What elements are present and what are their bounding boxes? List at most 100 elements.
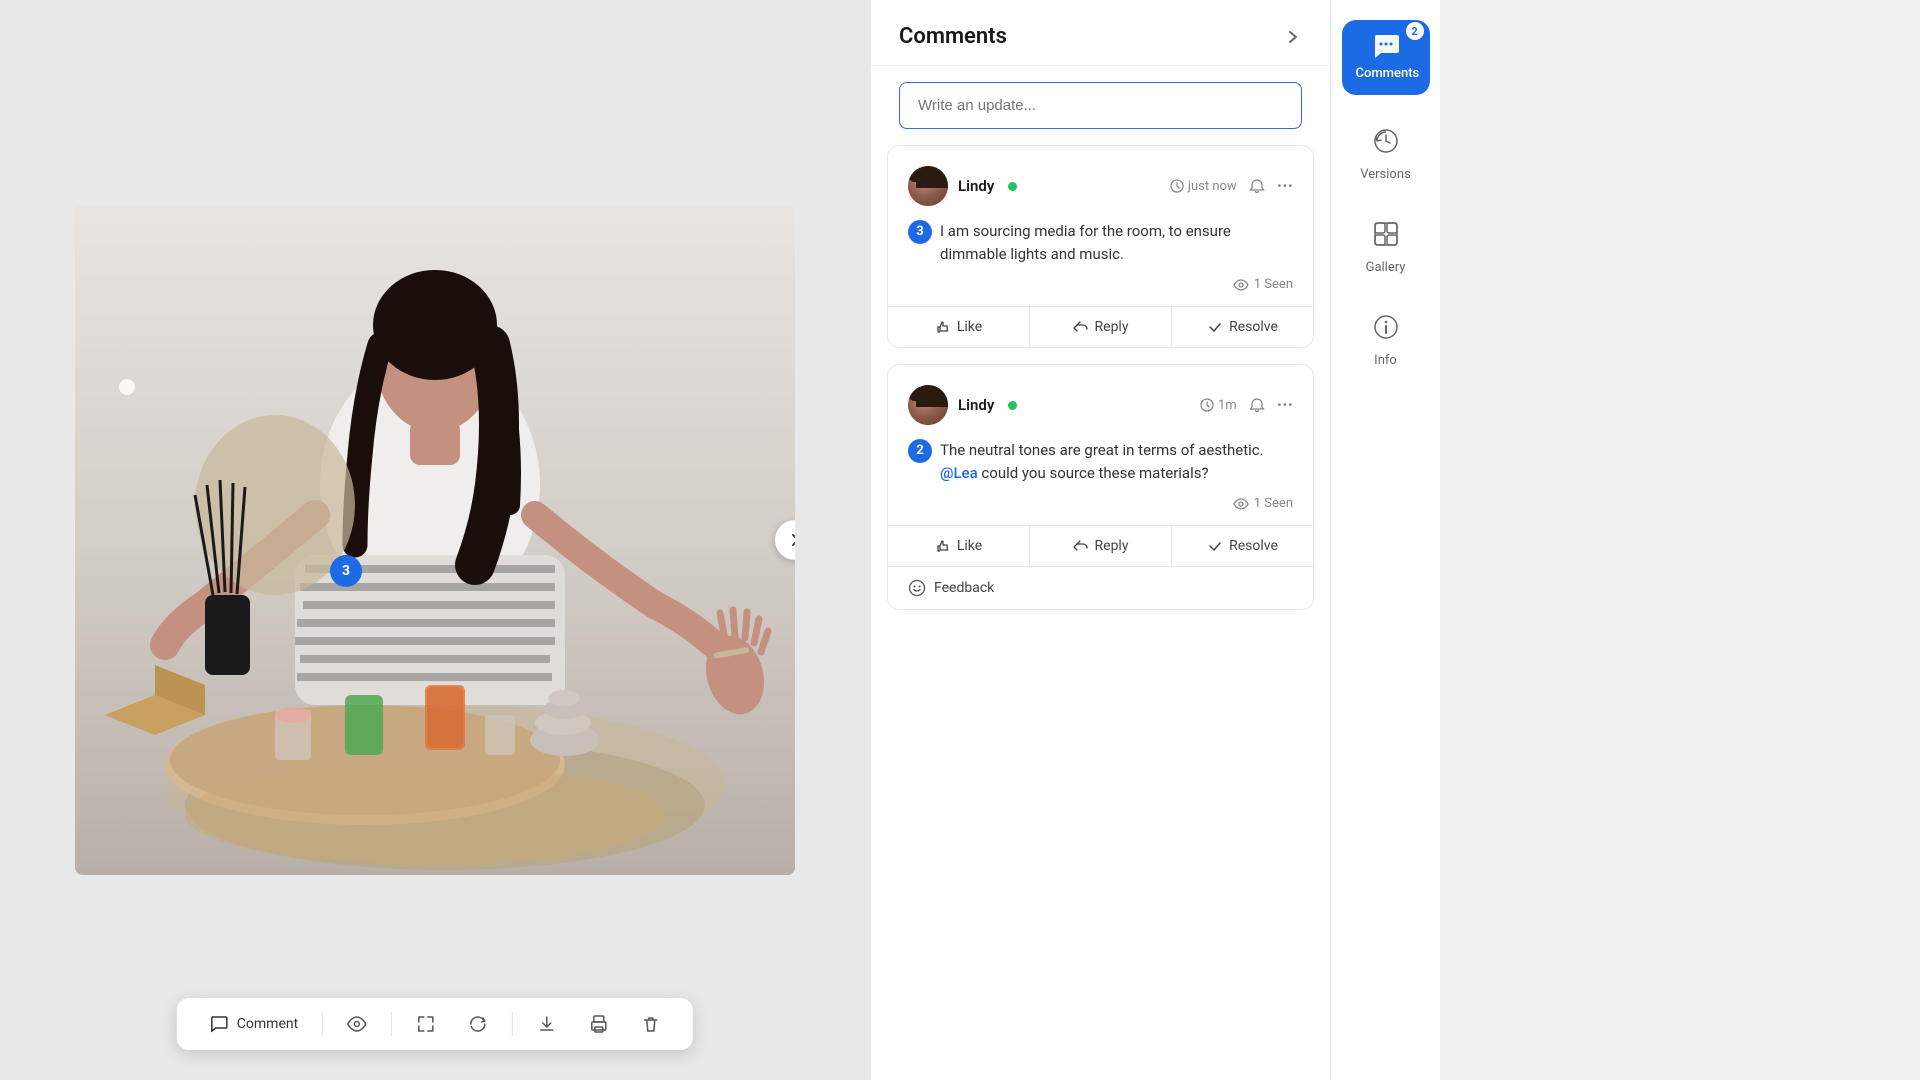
gallery-icon-wrap: [1366, 214, 1406, 254]
comment-actions-1: Like Reply Resolve: [888, 306, 1313, 347]
feedback-row[interactable]: Feedback: [888, 566, 1313, 609]
resolve-label-1: Resolve: [1229, 319, 1278, 335]
download-tool[interactable]: [529, 1010, 565, 1038]
image-area: 3 Comment: [0, 0, 870, 1080]
online-indicator-1: [1008, 182, 1017, 191]
toolbar-divider-1: [322, 1012, 323, 1036]
visibility-tool[interactable]: [339, 1010, 375, 1038]
comments-sidebar-label: Comments: [1356, 66, 1420, 81]
comments-panel-title: Comments: [899, 24, 1007, 49]
avatar-1: [908, 166, 948, 206]
comment-time-1: just now: [1170, 179, 1237, 194]
avatar-2: [908, 385, 948, 425]
user-name-2: Lindy: [958, 396, 994, 414]
like-icon-1: [935, 319, 951, 335]
sidebar-item-comments[interactable]: 2 Comments: [1342, 20, 1430, 95]
bell-icon-2[interactable]: [1249, 397, 1265, 413]
comment-body-1: Lindy just now: [888, 146, 1313, 306]
comments-collapse-arrow[interactable]: [1284, 28, 1302, 46]
seen-text-2: 1 Seen: [1254, 496, 1293, 511]
comment-text-part1: The neutral tones are great in terms of …: [940, 441, 1264, 459]
seen-eye-icon-1: [1233, 278, 1249, 292]
toolbar-divider-2: [391, 1012, 392, 1036]
comment-tool[interactable]: Comment: [201, 1010, 306, 1038]
reply-label-1: Reply: [1095, 319, 1129, 335]
comment-content-1: I am sourcing media for the room, to ens…: [940, 220, 1293, 265]
comment-actions-2: Like Reply Resolve: [888, 525, 1313, 566]
seen-text-1: 1 Seen: [1254, 277, 1293, 292]
comments-sidebar-icon: [1370, 30, 1402, 62]
reply-button-2[interactable]: Reply: [1030, 526, 1172, 566]
comment-text-part3: could you source these materials?: [981, 464, 1208, 482]
clock-icon-2: [1200, 398, 1214, 412]
versions-icon: [1372, 127, 1400, 155]
image-toolbar: Comment: [177, 998, 693, 1050]
resolve-button-1[interactable]: Resolve: [1172, 307, 1313, 347]
resolve-icon-2: [1207, 538, 1223, 554]
refresh-tool[interactable]: [460, 1010, 496, 1038]
write-update-input[interactable]: [899, 82, 1302, 129]
clock-icon-1: [1170, 179, 1184, 193]
expand-tool[interactable]: [408, 1010, 444, 1038]
feedback-label: Feedback: [934, 580, 994, 596]
user-name-1: Lindy: [958, 177, 994, 195]
print-icon: [589, 1014, 609, 1034]
comment-icon: [209, 1014, 229, 1034]
main-image: 3: [75, 205, 795, 875]
seen-count-2: 1 Seen: [908, 496, 1293, 511]
eye-icon: [347, 1014, 367, 1034]
feedback-icon: [908, 579, 926, 597]
resolve-button-2[interactable]: Resolve: [1172, 526, 1313, 566]
toolbar-divider-3: [512, 1012, 513, 1036]
right-sidebar: 2 Comments Versions Gallery: [1330, 0, 1440, 1080]
gallery-icon: [1372, 220, 1400, 248]
refresh-icon: [468, 1014, 488, 1034]
comment-label: Comment: [237, 1016, 298, 1032]
like-label-1: Like: [957, 319, 982, 335]
mention-lea[interactable]: @Lea: [940, 464, 978, 482]
comments-panel: Comments Lindy: [870, 0, 1330, 1080]
gallery-label: Gallery: [1366, 260, 1406, 275]
comment-time-2: 1m: [1200, 398, 1237, 413]
comment-badge-2: 2: [908, 439, 932, 463]
comments-header: Comments: [871, 0, 1330, 66]
comment-content-2: The neutral tones are great in terms of …: [940, 439, 1293, 484]
more-options-2[interactable]: ···: [1277, 395, 1293, 416]
like-button-2[interactable]: Like: [888, 526, 1030, 566]
like-button-1[interactable]: Like: [888, 307, 1030, 347]
sidebar-item-versions[interactable]: Versions: [1331, 105, 1440, 198]
more-options-1[interactable]: ···: [1277, 176, 1293, 197]
comment-header-1: Lindy just now: [908, 166, 1293, 206]
resolve-label-2: Resolve: [1229, 538, 1278, 554]
reply-button-1[interactable]: Reply: [1030, 307, 1172, 347]
comments-badge-wrap: 2: [1356, 30, 1416, 62]
comment-badge-1: 3: [908, 220, 932, 244]
comment-user-1: Lindy: [908, 166, 1017, 206]
annotation-dot-3[interactable]: 3: [330, 555, 362, 587]
bell-icon-1[interactable]: [1249, 178, 1265, 194]
comment-header-2: Lindy 1m: [908, 385, 1293, 425]
reply-label-2: Reply: [1095, 538, 1129, 554]
sidebar-item-info[interactable]: Info: [1331, 291, 1440, 384]
seen-eye-icon-2: [1233, 497, 1249, 511]
like-icon-2: [935, 538, 951, 554]
comment-user-2: Lindy: [908, 385, 1017, 425]
comments-list: Lindy just now: [871, 145, 1330, 1080]
online-indicator-2: [1008, 401, 1017, 410]
sidebar-item-gallery[interactable]: Gallery: [1331, 198, 1440, 291]
seen-count-1: 1 Seen: [908, 277, 1293, 292]
reply-icon-1: [1073, 319, 1089, 335]
comment-meta-2: 1m ···: [1200, 395, 1293, 416]
trash-icon: [641, 1014, 661, 1034]
comment-text-2: 2 The neutral tones are great in terms o…: [908, 439, 1293, 484]
comment-meta-1: just now ···: [1170, 176, 1293, 197]
info-label: Info: [1374, 353, 1397, 368]
info-icon: [1372, 313, 1400, 341]
comment-body-2: Lindy 1m: [888, 365, 1313, 525]
delete-tool[interactable]: [633, 1010, 669, 1038]
reply-icon-2: [1073, 538, 1089, 554]
comment-card-1: Lindy just now: [887, 145, 1314, 348]
print-tool[interactable]: [581, 1010, 617, 1038]
info-icon-wrap: [1366, 307, 1406, 347]
comment-text-1: 3 I am sourcing media for the room, to e…: [908, 220, 1293, 265]
